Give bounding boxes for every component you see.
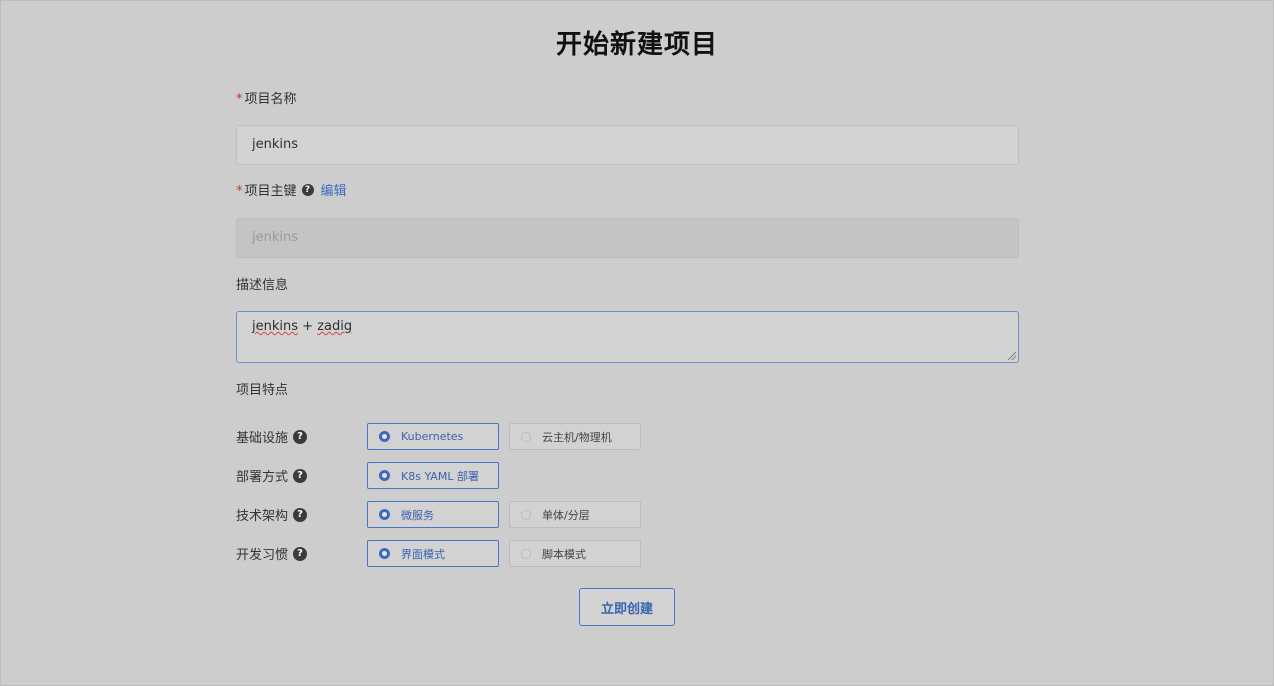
description-word: zadig bbox=[317, 319, 353, 334]
option-label: K8s YAML 部署 bbox=[401, 469, 479, 483]
radio-unchecked-icon bbox=[521, 509, 531, 520]
question-circle-icon[interactable]: ? bbox=[293, 546, 308, 561]
infrastructure-label-text: 基础设施 bbox=[236, 431, 289, 446]
question-circle-icon[interactable]: ? bbox=[301, 183, 314, 196]
infrastructure-label: 基础设施 ? bbox=[236, 427, 308, 446]
option-label: 脚本模式 bbox=[542, 547, 586, 561]
radio-checked-icon bbox=[379, 431, 390, 442]
project-key-label: * 项目主键 ? 编辑 bbox=[236, 180, 347, 199]
question-circle-icon[interactable]: ? bbox=[293, 468, 308, 483]
option-monolith[interactable]: 单体/分层 bbox=[509, 501, 641, 528]
description-word: jenkins bbox=[252, 319, 299, 334]
option-label: 微服务 bbox=[401, 508, 434, 522]
option-label: 单体/分层 bbox=[542, 508, 590, 522]
architecture-label: 技术架构 ? bbox=[236, 505, 308, 524]
radio-checked-icon bbox=[379, 470, 390, 481]
project-key-input: jenkins bbox=[236, 218, 1019, 258]
dev-habit-label: 开发习惯 ? bbox=[236, 544, 308, 563]
edit-key-link[interactable]: 编辑 bbox=[321, 180, 347, 199]
features-label: 项目特点 bbox=[236, 383, 289, 398]
create-button[interactable]: 立即创建 bbox=[579, 588, 675, 626]
description-label: 描述信息 bbox=[236, 278, 289, 293]
description-word: + bbox=[298, 319, 318, 334]
project-name-label: * 项目名称 bbox=[236, 88, 297, 107]
option-script-mode[interactable]: 脚本模式 bbox=[509, 540, 641, 567]
option-label: Kubernetes bbox=[401, 430, 464, 443]
option-vm-physical[interactable]: 云主机/物理机 bbox=[509, 423, 641, 450]
radio-unchecked-icon bbox=[521, 548, 531, 559]
deploy-label: 部署方式 ? bbox=[236, 466, 308, 485]
architecture-label-text: 技术架构 bbox=[236, 509, 289, 524]
question-circle-icon[interactable]: ? bbox=[293, 507, 308, 522]
project-name-input[interactable]: jenkins bbox=[236, 125, 1019, 165]
page-title: 开始新建项目 bbox=[555, 30, 718, 60]
required-mark: * bbox=[236, 184, 243, 199]
required-mark: * bbox=[236, 92, 243, 107]
option-label: 云主机/物理机 bbox=[542, 430, 612, 444]
option-kubernetes[interactable]: Kubernetes bbox=[367, 423, 499, 450]
option-microservice[interactable]: 微服务 bbox=[367, 501, 499, 528]
option-k8s-yaml[interactable]: K8s YAML 部署 bbox=[367, 462, 499, 489]
description-textarea[interactable]: jenkins + zadig bbox=[236, 311, 1019, 363]
project-key-label-text: 项目主键 bbox=[244, 184, 297, 199]
radio-checked-icon bbox=[379, 509, 390, 520]
question-circle-icon[interactable]: ? bbox=[293, 429, 308, 444]
radio-unchecked-icon bbox=[521, 431, 531, 442]
project-name-label-text: 项目名称 bbox=[244, 92, 297, 107]
radio-checked-icon bbox=[379, 548, 390, 559]
deploy-label-text: 部署方式 bbox=[236, 470, 289, 485]
option-ui-mode[interactable]: 界面模式 bbox=[367, 540, 499, 567]
option-label: 界面模式 bbox=[401, 547, 445, 561]
resize-handle-icon[interactable] bbox=[1008, 352, 1016, 360]
dev-habit-label-text: 开发习惯 bbox=[236, 548, 289, 563]
